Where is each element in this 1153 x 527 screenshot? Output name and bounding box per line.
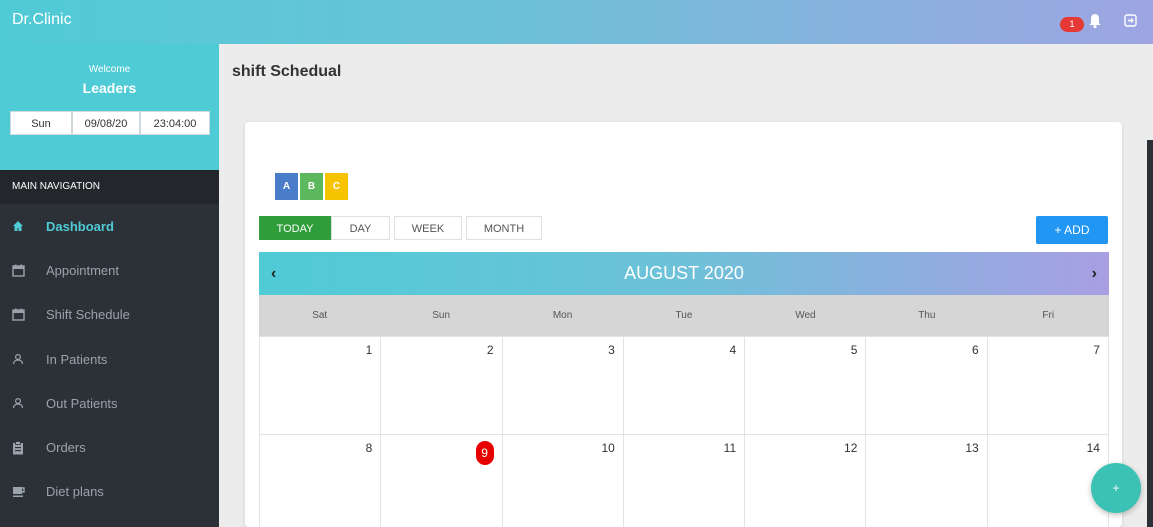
day-number: 7 xyxy=(1093,343,1100,357)
calendar-day[interactable]: 7 xyxy=(987,336,1109,435)
prev-month-button[interactable]: ‹ xyxy=(271,252,276,295)
calendar-day[interactable]: 4 xyxy=(623,336,746,435)
day-number: 5 xyxy=(850,343,858,357)
next-month-button[interactable]: › xyxy=(1092,252,1097,295)
nav-item-orders[interactable]: Orders xyxy=(0,425,219,469)
sidebar: Welcome Leaders Sun 09/08/20 23:04:00 MA… xyxy=(0,44,219,527)
day-number: 14 xyxy=(1086,441,1100,455)
calendar-day[interactable]: 13 xyxy=(866,435,988,527)
clipboard-icon xyxy=(12,440,34,455)
view-switcher: TODAY DAY WEEK MONTH xyxy=(259,216,546,240)
nav-item-label: Dashboard xyxy=(46,218,114,234)
clock-time: 23:04:00 xyxy=(140,111,210,135)
calendar-day[interactable]: 8 xyxy=(259,435,382,527)
calendar-grid: 1 2 3 4 5 6 7 8 9 10 11 12 13 14 xyxy=(259,336,1109,527)
calendar-day[interactable]: 1 xyxy=(259,336,382,435)
main-navigation: Dashboard Appointment Shift Schedule In … xyxy=(0,204,219,514)
day-number: 8 xyxy=(365,441,373,455)
calendar-week: 1 2 3 4 5 6 7 xyxy=(259,336,1109,435)
shift-c-badge[interactable]: C xyxy=(325,173,348,200)
add-button[interactable]: + ADD xyxy=(1036,216,1108,244)
nav-item-label: Appointment xyxy=(46,262,119,278)
top-bar: Dr.Clinic 1 xyxy=(0,0,1153,44)
calendar-day[interactable]: 10 xyxy=(502,435,624,527)
day-view-button[interactable]: DAY xyxy=(331,216,390,240)
nav-item-label: In Patients xyxy=(46,351,108,367)
calendar-header: AUGUST 2020 ‹ › xyxy=(259,252,1109,295)
nav-item-diet-plans[interactable]: Diet plans xyxy=(0,470,219,514)
weekday-label: Thu xyxy=(918,310,936,321)
calendar-day[interactable]: 6 xyxy=(866,336,988,435)
day-number: 1 xyxy=(365,343,373,357)
calendar-icon xyxy=(12,264,34,277)
today-button[interactable]: TODAY xyxy=(259,216,331,240)
clock-date: 09/08/20 xyxy=(72,111,140,135)
nav-item-appointment[interactable]: Appointment xyxy=(0,248,219,292)
nav-item-label: Out Patients xyxy=(46,395,118,411)
calendar-day-today[interactable]: 9 xyxy=(381,435,503,527)
nav-item-label: Diet plans xyxy=(46,484,104,500)
user-icon xyxy=(12,397,34,409)
notification-badge[interactable]: 1 xyxy=(1060,17,1084,32)
right-panel-edge xyxy=(1147,140,1153,527)
day-number: 10 xyxy=(601,441,615,455)
user-icon xyxy=(12,353,34,365)
weekday-label: Wed xyxy=(795,310,816,321)
calendar-day[interactable]: 11 xyxy=(623,435,746,527)
calendar-day[interactable]: 12 xyxy=(745,435,867,527)
day-number: 12 xyxy=(844,441,858,455)
clock-day: Sun xyxy=(10,111,72,135)
day-number: 2 xyxy=(486,343,494,357)
day-number: 4 xyxy=(729,343,737,357)
nav-item-label: Orders xyxy=(46,440,86,456)
calendar-day[interactable]: 2 xyxy=(381,336,503,435)
brand-logo[interactable]: Dr.Clinic xyxy=(12,11,72,29)
nav-header: MAIN NAVIGATION xyxy=(0,170,219,204)
nav-item-dashboard[interactable]: Dashboard xyxy=(0,204,219,248)
shift-a-badge[interactable]: A xyxy=(275,173,298,200)
weekday-header: Sat Sun Mon Tue Wed Thu Fri xyxy=(259,295,1109,336)
bell-icon[interactable] xyxy=(1088,13,1102,34)
weekday-label: Sat xyxy=(312,310,328,321)
nav-item-out-patients[interactable]: Out Patients xyxy=(0,381,219,425)
user-name: Leaders xyxy=(82,80,137,96)
day-number: 6 xyxy=(972,343,979,357)
day-number: 11 xyxy=(723,441,737,455)
weekday-label: Fri xyxy=(1042,310,1055,321)
cup-icon xyxy=(12,485,34,498)
calendar-day[interactable]: 5 xyxy=(745,336,867,435)
home-icon xyxy=(12,220,34,232)
logout-icon[interactable] xyxy=(1124,14,1137,32)
shift-b-badge[interactable]: B xyxy=(300,173,323,200)
nav-item-label: Shift Schedule xyxy=(46,307,130,323)
user-panel: Welcome Leaders Sun 09/08/20 23:04:00 xyxy=(0,44,219,170)
weekday-label: Sun xyxy=(432,310,451,321)
day-number: 3 xyxy=(608,343,615,357)
welcome-text: Welcome xyxy=(88,64,131,75)
calendar-icon xyxy=(12,308,34,321)
month-view-button[interactable]: MONTH xyxy=(466,216,542,240)
calendar-day[interactable]: 3 xyxy=(502,336,624,435)
nav-item-in-patients[interactable]: In Patients xyxy=(0,337,219,381)
calendar-week: 8 9 10 11 12 13 14 xyxy=(259,435,1109,527)
floating-add-button[interactable]: + xyxy=(1091,463,1141,513)
shift-legend: A B C xyxy=(275,173,348,200)
weekday-label: Tue xyxy=(675,310,693,321)
week-view-button[interactable]: WEEK xyxy=(394,216,462,240)
today-day-number: 9 xyxy=(475,441,494,465)
month-label: AUGUST 2020 xyxy=(624,263,744,283)
page-title: shift Schedual xyxy=(232,63,342,80)
nav-item-shift-schedule[interactable]: Shift Schedule xyxy=(0,293,219,337)
weekday-label: Mon xyxy=(552,310,573,321)
day-number: 13 xyxy=(965,441,979,455)
clock-widget: Sun 09/08/20 23:04:00 xyxy=(10,111,210,135)
